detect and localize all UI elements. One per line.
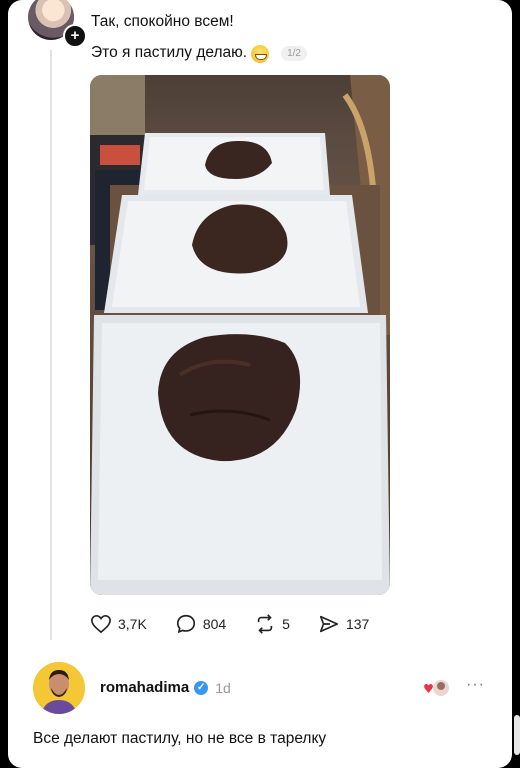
comment-count: 804	[202, 616, 227, 632]
repost-button[interactable]: 5	[254, 613, 290, 635]
post-actions: 3,7K 804 5 137	[90, 613, 369, 635]
reply-avatar[interactable]	[33, 662, 85, 714]
post-text-line1: Так, спокойно всем!	[91, 13, 234, 30]
reply-header: romahadima ✓ 1d	[100, 679, 231, 696]
person-avatar-image	[33, 662, 85, 714]
repost-icon	[257, 614, 273, 634]
reactor-avatars-icon[interactable]	[422, 677, 452, 699]
post-text-line2-wrap: Это я пастилу делаю. 1/2	[91, 44, 307, 63]
follow-plus-icon[interactable]: +	[63, 24, 87, 48]
send-icon	[319, 615, 339, 633]
thread-card: + Так, спокойно всем! Это я пастилу дела…	[8, 0, 512, 768]
reply-time: 1d	[215, 679, 231, 696]
image-pager: 1/2	[281, 45, 307, 61]
grinning-emoji-icon	[251, 45, 270, 63]
comment-icon	[176, 614, 195, 634]
share-button[interactable]: 137	[318, 613, 369, 635]
photo-scene	[90, 75, 390, 595]
verified-badge-icon: ✓	[194, 680, 209, 695]
heart-icon	[91, 614, 111, 634]
reply-text: Все делают пастилу, но не все в тарелку	[33, 730, 327, 747]
comment-button[interactable]: 804	[175, 613, 226, 635]
more-options-icon[interactable]: ···	[466, 676, 485, 694]
thread-line	[50, 50, 52, 640]
like-count: 3,7K	[118, 616, 147, 632]
reply-username[interactable]: romahadima	[100, 679, 189, 696]
share-count: 137	[345, 616, 370, 632]
post-photo[interactable]	[90, 75, 390, 595]
scrollbar[interactable]	[514, 715, 520, 755]
repost-count: 5	[282, 616, 290, 632]
post-text-line2: Это я пастилу делаю.	[91, 44, 248, 61]
like-button[interactable]: 3,7K	[90, 614, 147, 634]
